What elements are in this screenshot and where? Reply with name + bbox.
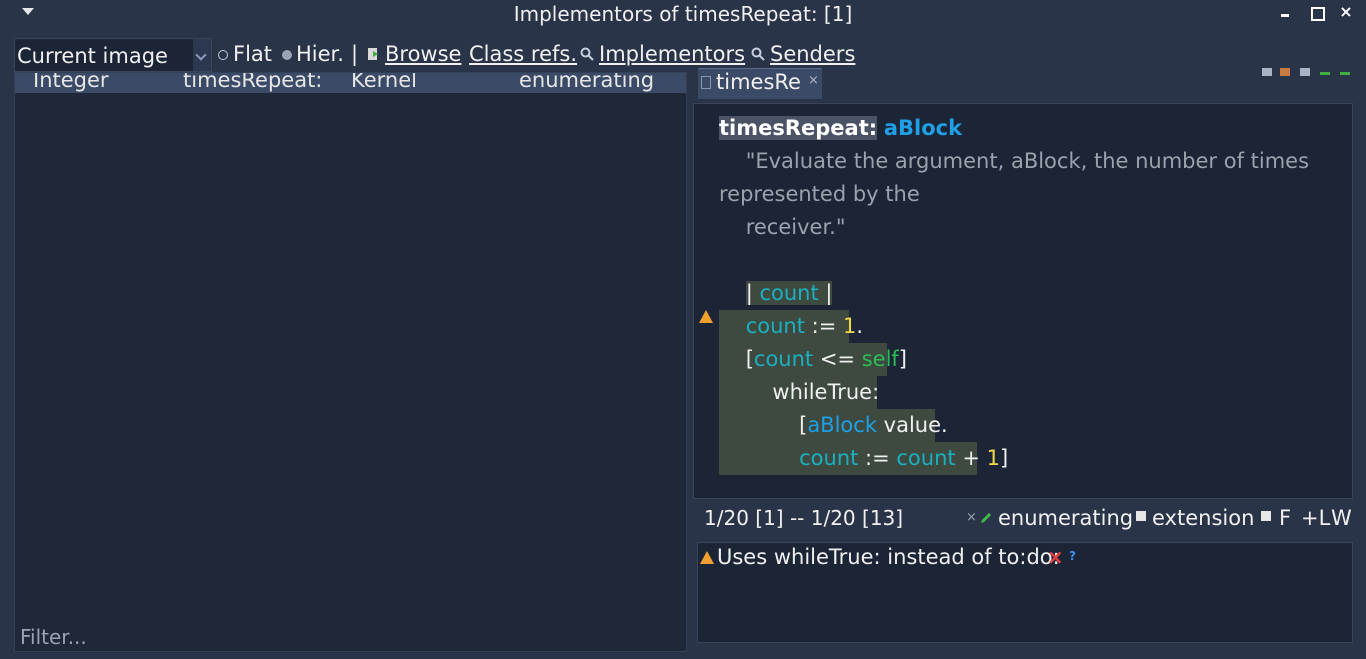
code-editor[interactable]: timesRepeat: aBlock "Evaluate the argume…: [693, 103, 1353, 499]
extension-checkbox[interactable]: [1136, 511, 1146, 521]
filter-input[interactable]: Filter...: [20, 625, 87, 649]
method-arg: aBlock: [883, 116, 963, 140]
bottom-border: [0, 655, 1366, 659]
code-var: count: [745, 314, 805, 338]
class-refs-link[interactable]: Class refs.: [469, 42, 577, 66]
magnifier-icon: [751, 47, 765, 61]
results-list[interactable]: Integer timesRepeat: Kernel enumerating …: [14, 72, 687, 652]
tool-icon[interactable]: [1280, 68, 1290, 76]
code-line: "Evaluate the argument, aBlock, the numb…: [719, 145, 1349, 178]
editor-status-bar: 1/20 [1] -- 1/20 [13] × enumerating exte…: [693, 504, 1353, 534]
code-arg: aBlock: [807, 413, 877, 437]
code-line: [count <= self]: [719, 343, 907, 376]
back-arrow-icon[interactable]: [1320, 72, 1330, 75]
critic-message[interactable]: Uses whileTrue: instead of to:do:: [717, 545, 1060, 569]
code-var: count: [799, 446, 859, 470]
code-period: .: [941, 413, 948, 437]
code-message: whileTrue:: [772, 380, 880, 404]
code-number: 1: [986, 446, 1000, 470]
temp-bar: |: [818, 281, 833, 305]
code-line: | count |: [719, 277, 1349, 310]
tool-icon[interactable]: [1262, 68, 1272, 76]
flat-label[interactable]: Flat: [233, 42, 272, 66]
code-number: 1: [842, 314, 857, 338]
window-title: Implementors of timesRepeat: [1]: [513, 2, 853, 26]
pencil-icon[interactable]: [980, 512, 992, 524]
code-message: value: [876, 413, 942, 437]
forward-arrow-icon[interactable]: [1340, 72, 1350, 75]
code-op: :=: [804, 314, 843, 338]
protocol-label[interactable]: enumerating: [998, 506, 1133, 530]
critic-panel: Uses whileTrue: instead of to:do: × ?: [697, 542, 1353, 643]
scope-dropdown-value: Current image: [17, 44, 168, 68]
warning-icon: [700, 551, 714, 564]
hier-radio[interactable]: [282, 50, 292, 60]
code-keyword: self: [861, 347, 899, 371]
toolbar-separator: |: [351, 42, 359, 66]
line-numbers-toggle[interactable]: +L: [1301, 506, 1330, 530]
result-package: Kernel: [351, 73, 417, 92]
result-class: Integer: [33, 73, 109, 92]
list-item[interactable]: Integer timesRepeat: Kernel enumerating: [15, 73, 686, 93]
code-var: count: [896, 446, 956, 470]
document-icon: [701, 76, 711, 89]
editor-toolbar-icons[interactable]: [1262, 68, 1352, 80]
toolbar: Current image Flat Hier. | Browse Class …: [0, 36, 1366, 72]
implementors-link[interactable]: Implementors: [599, 42, 745, 66]
senders-link[interactable]: Senders: [770, 42, 855, 66]
scope-dropdown[interactable]: Current image: [14, 38, 212, 72]
code-bracket: ]: [999, 446, 1009, 470]
comment: represented by the: [719, 182, 920, 206]
browse-link[interactable]: Browse: [385, 42, 461, 66]
method-selector: timesRepeat:: [719, 116, 878, 140]
code-op: +: [955, 446, 987, 470]
format-checkbox[interactable]: [1261, 511, 1271, 521]
source-code[interactable]: timesRepeat: aBlock "Evaluate the argume…: [719, 112, 1349, 475]
wrap-toggle[interactable]: W: [1331, 506, 1352, 530]
format-label[interactable]: F: [1279, 506, 1291, 530]
result-protocol: enumerating: [519, 73, 655, 92]
code-line: receiver.": [719, 211, 1349, 244]
code-op: <=: [813, 347, 862, 371]
browse-icon[interactable]: [367, 47, 379, 61]
temp-bar: |: [745, 281, 760, 305]
code-line: represented by the: [719, 178, 1349, 211]
result-selector: timesRepeat:: [183, 73, 323, 92]
code-line: timesRepeat: aBlock: [719, 112, 1349, 145]
tab-close-icon[interactable]: ×: [808, 73, 819, 88]
warning-icon: [699, 310, 713, 323]
tab-label: timesRe: [716, 70, 801, 94]
code-period: .: [856, 314, 864, 338]
extension-label: extension: [1152, 506, 1255, 530]
maximize-icon[interactable]: [1308, 4, 1325, 21]
title-bar: Implementors of timesRepeat: [1] ×: [0, 0, 1366, 28]
temp-var: count: [759, 281, 819, 305]
clear-protocol-icon[interactable]: ×: [966, 510, 977, 525]
code-bracket: ]: [898, 347, 907, 371]
code-line: [aBlock value.: [719, 409, 948, 442]
ban-icon[interactable]: ×: [1047, 545, 1064, 569]
code-line: count := count + 1]: [719, 442, 1008, 475]
cursor-position: 1/20 [1] -- 1/20 [13]: [704, 506, 904, 530]
help-icon[interactable]: ?: [1069, 549, 1076, 563]
magnifier-icon: [580, 47, 594, 61]
comment: "Evaluate the argument, aBlock, the numb…: [745, 149, 1310, 173]
close-icon[interactable]: ×: [1338, 4, 1354, 20]
chevron-down-icon[interactable]: [193, 39, 211, 71]
comment: receiver.": [745, 215, 846, 239]
hier-label[interactable]: Hier.: [296, 42, 344, 66]
code-line: whileTrue:: [719, 376, 880, 409]
method-editor-pane: timesRe × timesRepeat: aBlock "Evaluate …: [690, 68, 1366, 659]
code-line: count := 1.: [719, 310, 863, 343]
tab-timesrepeat[interactable]: timesRe ×: [698, 68, 822, 99]
code-op: :=: [858, 446, 897, 470]
tool-icon[interactable]: [1300, 68, 1310, 76]
minimize-icon[interactable]: [1278, 4, 1294, 20]
flat-radio[interactable]: [218, 50, 228, 60]
code-bracket: [: [745, 347, 754, 371]
code-var: count: [753, 347, 814, 371]
